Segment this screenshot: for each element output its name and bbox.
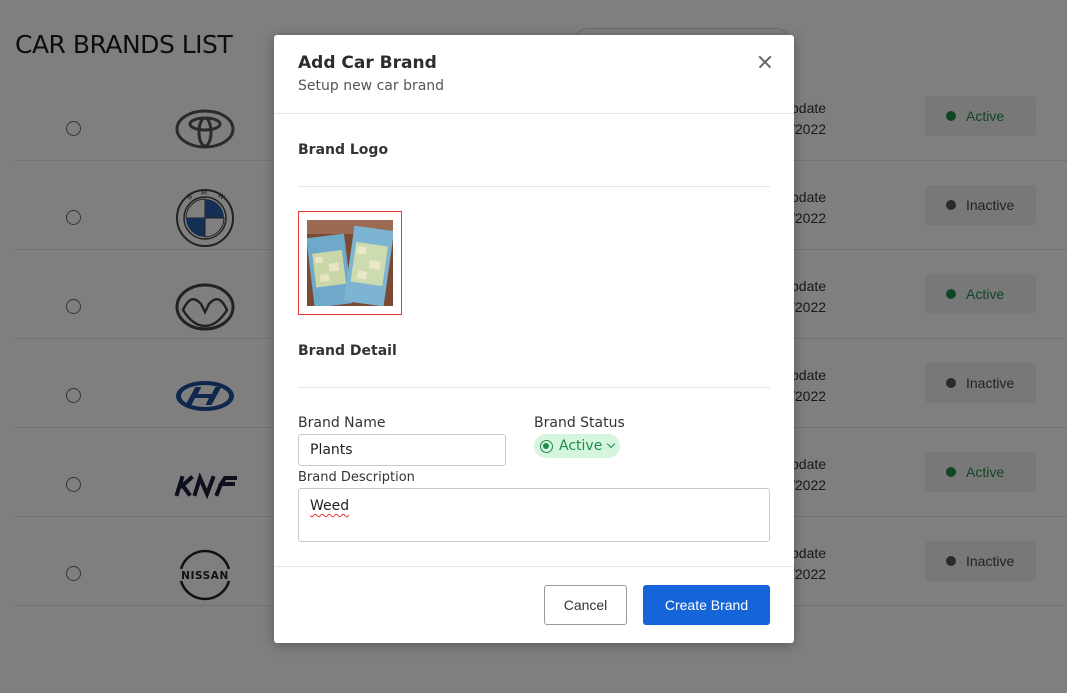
description-text: Weed (310, 498, 350, 514)
brand-status-dropdown[interactable]: Active (534, 434, 621, 458)
brand-detail-heading: Brand Detail (298, 343, 397, 359)
brand-description-textarea[interactable]: Weed (298, 488, 770, 542)
add-car-brand-modal: Add Car Brand Setup new car brand Brand … (274, 35, 794, 643)
section-divider (298, 387, 770, 388)
modal-subtitle: Setup new car brand (298, 78, 445, 94)
brand-name-label: Brand Name (298, 415, 386, 431)
section-divider (298, 186, 770, 187)
brand-status-label: Brand Status (534, 415, 625, 431)
status-value: Active (559, 438, 603, 454)
modal-title: Add Car Brand (298, 53, 437, 73)
brand-logo-heading: Brand Logo (298, 142, 389, 158)
cancel-button[interactable]: Cancel (544, 585, 627, 625)
logo-preview-image (307, 220, 393, 306)
header-divider (274, 113, 794, 114)
brand-logo-upload[interactable] (298, 211, 402, 315)
close-icon[interactable] (754, 51, 776, 73)
chevron-down-icon (607, 439, 616, 449)
brand-name-input[interactable]: Plants (298, 434, 506, 466)
radio-on-icon (540, 439, 553, 453)
create-brand-button[interactable]: Create Brand (643, 585, 770, 625)
brand-description-label: Brand Description (298, 470, 415, 485)
footer-divider (274, 566, 794, 567)
